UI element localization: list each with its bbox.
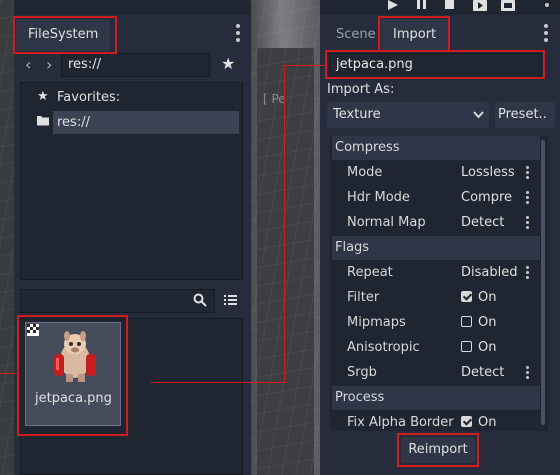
prop-normal-map-label: Normal Map (347, 215, 426, 230)
forward-icon[interactable]: › (46, 55, 52, 74)
prop-hdr-mode-label: Hdr Mode (347, 190, 410, 205)
prop-hdr-mode-value[interactable]: Compre (461, 185, 512, 210)
reimport-button[interactable]: Reimport (401, 437, 475, 463)
image-type-icon (27, 324, 39, 336)
tab-import-label: Import (393, 27, 437, 42)
reimport-label: Reimport (408, 442, 468, 457)
search-icon[interactable] (193, 293, 207, 307)
prop-mipmaps-value: On (478, 315, 497, 330)
fix-alpha-border-checkbox[interactable] (461, 416, 472, 427)
tab-filesystem[interactable]: FileSystem (16, 19, 111, 51)
section-process-label: Process (335, 390, 385, 405)
prop-srgb-value[interactable]: Detect (461, 360, 504, 385)
search-bar[interactable] (20, 289, 215, 313)
import-as-label: Import As: (327, 82, 395, 97)
alpaca-image (54, 331, 96, 382)
anisotropic-checkbox[interactable] (461, 341, 472, 352)
prop-srgb[interactable]: Srgb Detect (332, 360, 540, 385)
prop-normal-map-menu-icon[interactable] (526, 216, 529, 231)
filter-checkbox[interactable] (461, 291, 472, 302)
prop-repeat-menu-icon[interactable] (526, 266, 529, 281)
import-menu-icon[interactable] (544, 24, 548, 45)
play-custom-icon[interactable] (500, 0, 516, 12)
prop-fix-alpha-border[interactable]: Fix Alpha Border On (332, 410, 540, 435)
prop-anisotropic-value: On (478, 340, 497, 355)
tab-filesystem-label: FileSystem (28, 27, 99, 42)
prop-mode-value[interactable]: Lossless (461, 160, 515, 185)
import-type-value: Texture (333, 107, 381, 122)
prop-filter-value: On (478, 290, 497, 305)
connector-line-vertical (284, 65, 285, 383)
favorites-star-icon: ★ (37, 89, 49, 104)
favorite-star-icon[interactable]: ★ (221, 54, 235, 73)
mipmaps-checkbox[interactable] (461, 316, 472, 327)
prop-mipmaps-label: Mipmaps (347, 315, 406, 330)
tree-item-label: res:// (57, 115, 90, 130)
section-flags[interactable]: Flags (332, 236, 540, 260)
prop-repeat-label: Repeat (347, 265, 393, 280)
prop-srgb-label: Srgb (347, 365, 377, 380)
preset-label: Preset.. (498, 107, 547, 122)
connector-line-horizontal (151, 382, 285, 383)
viewport-label: [ Pe (263, 92, 286, 106)
preset-button[interactable]: Preset.. (495, 102, 555, 128)
play-icon[interactable] (387, 0, 399, 10)
prop-mode-menu-icon[interactable] (526, 166, 529, 181)
inspector-scrollbar[interactable] (541, 140, 545, 425)
file-name: jetpaca.png (35, 391, 112, 406)
prop-fix-alpha-border-value: On (478, 415, 497, 430)
stop-icon[interactable] (444, 0, 456, 10)
filesystem-menu-icon[interactable] (236, 24, 240, 45)
prop-srgb-menu-icon[interactable] (526, 366, 529, 381)
section-process[interactable]: Process (332, 386, 540, 410)
list-view-icon[interactable] (224, 294, 237, 306)
tab-scene[interactable]: Scene (324, 19, 388, 51)
prop-mode-label: Mode (347, 165, 383, 180)
prop-fix-alpha-border-label: Fix Alpha Border (347, 415, 454, 430)
prop-mipmaps[interactable]: Mipmaps On (332, 310, 540, 335)
path-value: res:// (68, 57, 101, 72)
prop-hdr-mode[interactable]: Hdr Mode Compre (332, 185, 540, 210)
tab-import[interactable]: Import (381, 19, 449, 51)
viewport-left (0, 0, 14, 475)
favorites-label[interactable]: Favorites: (57, 90, 120, 105)
prop-repeat-value[interactable]: Disabled (461, 260, 517, 285)
path-input[interactable]: res:// (61, 53, 210, 77)
import-file-name: jetpaca.png (336, 57, 413, 72)
prop-normal-map-value[interactable]: Detect (461, 210, 504, 235)
toolbar (380, 0, 560, 12)
toolbar-menu-icon[interactable] (545, 0, 549, 10)
prop-anisotropic[interactable]: Anisotropic On (332, 335, 540, 360)
prop-hdr-mode-menu-icon[interactable] (526, 191, 529, 206)
tab-scene-label: Scene (336, 27, 376, 42)
section-compress-label: Compress (335, 140, 400, 155)
prop-normal-map[interactable]: Normal Map Detect (332, 210, 540, 235)
back-icon[interactable]: ‹ (25, 55, 31, 74)
connector-line-left (0, 373, 17, 374)
viewport-panel: [ Pe (257, 48, 314, 475)
section-flags-label: Flags (335, 240, 370, 255)
play-scene-icon[interactable] (472, 0, 488, 12)
prop-anisotropic-label: Anisotropic (347, 340, 420, 355)
import-file-field: jetpaca.png (329, 53, 542, 78)
prop-filter[interactable]: Filter On (332, 285, 540, 310)
connector-line-top (284, 65, 325, 66)
section-compress[interactable]: Compress (332, 136, 540, 160)
prop-repeat[interactable]: Repeat Disabled (332, 260, 540, 285)
prop-filter-label: Filter (347, 290, 380, 305)
pause-icon[interactable] (416, 0, 428, 10)
chevron-down-icon (473, 111, 484, 119)
folder-icon (37, 116, 49, 126)
prop-mode[interactable]: Mode Lossless (332, 160, 540, 185)
import-type-select[interactable]: Texture (327, 102, 489, 128)
